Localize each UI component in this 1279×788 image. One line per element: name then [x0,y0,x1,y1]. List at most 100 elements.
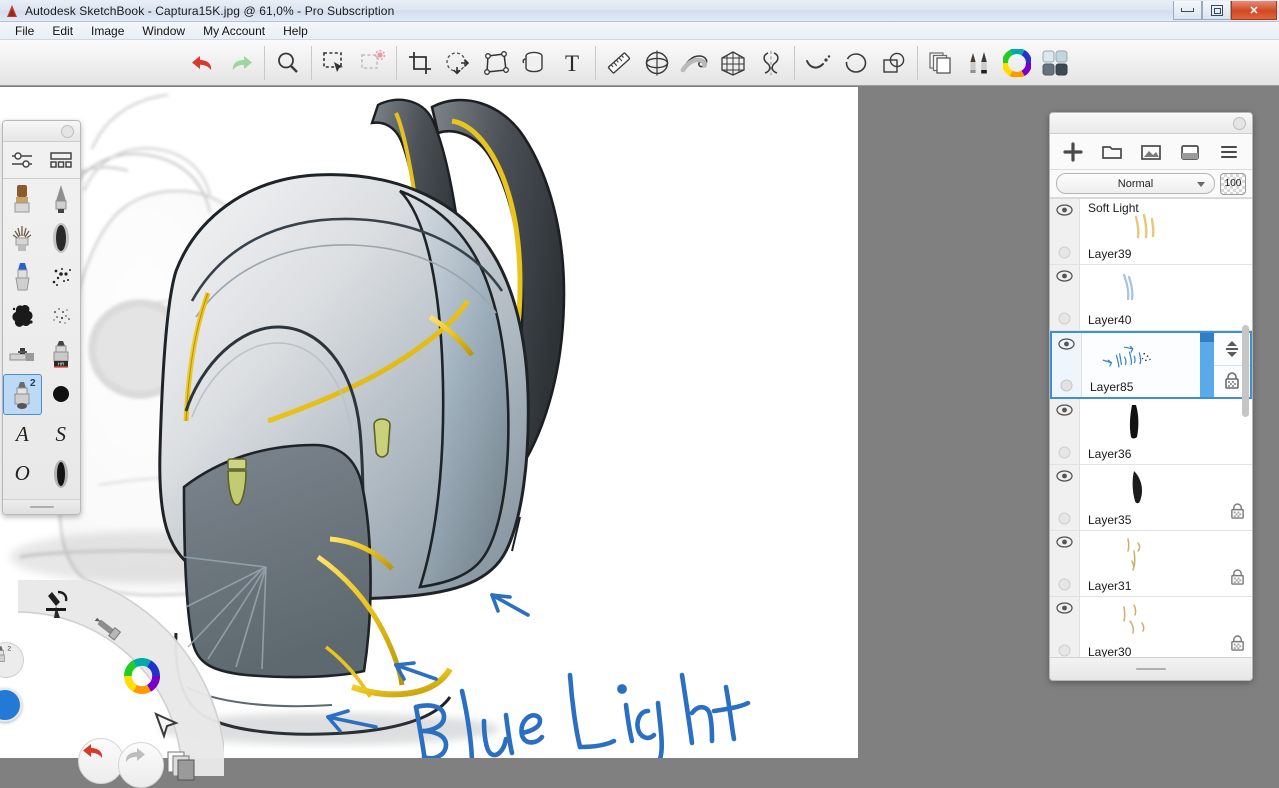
duplicate-layer-icon[interactable] [1170,138,1209,166]
brush-speckle[interactable] [42,296,81,335]
perspective-grid-icon[interactable] [714,44,752,82]
menu-window[interactable]: Window [133,23,194,39]
undo-icon[interactable] [184,44,222,82]
layer-content[interactable]: Layer35 [1080,465,1252,530]
ellipse-shape-icon[interactable] [837,44,875,82]
symmetry-icon[interactable] [752,44,790,82]
collapse-icon[interactable] [1233,117,1246,130]
ruler-icon[interactable] [600,44,638,82]
lagoon-cursor-icon[interactable] [146,708,180,742]
eye-icon[interactable] [1056,404,1073,416]
brush-marker-2[interactable]: 2 [3,374,42,415]
table-row[interactable]: Layer40 [1050,265,1252,331]
table-row[interactable]: Layer31 [1050,531,1252,597]
lock-transparency-icon[interactable] [1230,635,1245,657]
french-curve-icon[interactable] [676,44,714,82]
transform-icon[interactable] [439,44,477,82]
brush-marker-blue[interactable] [3,257,42,296]
eye-icon[interactable] [1056,204,1073,216]
paint-bucket-icon[interactable] [515,44,553,82]
table-row[interactable]: Layer30 [1050,597,1252,658]
brush-palette-panel[interactable]: HR 2 A S O [2,120,81,515]
lock-transparency-icon[interactable] [1230,503,1245,525]
brush-splat[interactable] [3,296,42,335]
menu-edit[interactable]: Edit [43,23,82,39]
brush-library-icon[interactable] [42,142,81,178]
layer-opacity-field[interactable]: 100 [1220,172,1246,195]
lagoon-redo-icon[interactable] [118,742,164,788]
close-button[interactable]: ✕ [1231,1,1277,20]
layer-content[interactable]: Layer30 [1080,597,1252,658]
redo-icon[interactable] [222,44,260,82]
lagoon-widget[interactable]: 2 [0,580,224,788]
layer-select-radio-icon[interactable] [1058,644,1071,657]
menu-my-account[interactable]: My Account [194,23,274,39]
layer-select-radio-icon[interactable] [1058,246,1071,259]
layers-panel-footer[interactable] [1050,657,1252,680]
table-row-selected[interactable]: Layer85 [1050,331,1252,399]
brush-inkpen[interactable] [42,179,81,218]
layer-menu-icon[interactable] [1209,138,1248,166]
layer-list[interactable]: Soft Light Layer39 Layer40 Layer85 Layer… [1050,198,1252,658]
crop-icon[interactable] [401,44,439,82]
layer-select-radio-icon[interactable] [1058,512,1071,525]
minimize-button[interactable] [1173,1,1202,20]
maximize-button[interactable] [1202,1,1231,20]
brush-palette-footer[interactable] [3,499,80,514]
brush-palette-icon[interactable] [960,44,998,82]
layer-select-radio-icon[interactable] [1060,379,1073,392]
table-row[interactable]: Layer36 [1050,399,1252,465]
menu-help[interactable]: Help [274,23,317,39]
menu-image[interactable]: Image [82,23,133,39]
eye-icon[interactable] [1056,270,1073,282]
add-layer-icon[interactable] [1054,138,1093,166]
text-icon[interactable]: T [553,44,591,82]
lagoon-color-wheel-icon[interactable] [124,658,160,694]
slider-knob[interactable] [1200,333,1214,342]
brush-letter-o[interactable]: O [3,454,42,493]
layer-select-radio-icon[interactable] [1058,578,1071,591]
lagoon-undo-icon[interactable] [78,738,124,784]
brush-soft-oval[interactable] [42,454,81,493]
ellipse-guide-icon[interactable] [638,44,676,82]
deselect-icon[interactable] [354,44,392,82]
brush-letter-s[interactable]: S [42,415,81,454]
color-wheel-icon[interactable] [998,44,1036,82]
brush-hard-round[interactable] [42,374,81,413]
eye-icon[interactable] [1056,536,1073,548]
add-image-icon[interactable] [1132,138,1171,166]
layer-content[interactable]: Layer36 [1080,399,1252,464]
lagoon-pen-tool-icon[interactable] [38,586,72,620]
shapes-icon[interactable] [875,44,913,82]
lagoon-brush-tool-icon[interactable] [88,610,122,644]
brush-spatter[interactable] [42,257,81,296]
eye-icon[interactable] [1056,602,1073,614]
add-group-icon[interactable] [1093,138,1132,166]
layer-opacity-slider[interactable] [1200,333,1214,397]
layer-content[interactable]: Layer85 [1082,333,1213,397]
layer-select-radio-icon[interactable] [1058,446,1071,459]
brush-properties-icon[interactable] [3,142,42,178]
layers-panel[interactable]: Normal 100 Soft Light Layer39 Layer40 La… [1049,112,1253,681]
menu-file[interactable]: File [6,23,43,39]
eye-icon[interactable] [1056,470,1073,482]
distort-icon[interactable] [477,44,515,82]
brush-paintbrush[interactable] [3,179,42,218]
ui-layout-icon[interactable] [1036,44,1074,82]
brush-copic-hr[interactable]: HR [42,335,81,374]
table-row[interactable]: Soft Light Layer39 [1050,199,1252,265]
layer-content[interactable]: Soft Light Layer39 [1080,199,1252,264]
brush-soft-airbrush[interactable] [42,218,81,257]
layer-select-radio-icon[interactable] [1058,312,1071,325]
zoom-icon[interactable] [269,44,307,82]
layer-content[interactable]: Layer31 [1080,531,1252,596]
layer-content[interactable]: Layer40 [1080,265,1252,330]
lock-transparency-icon[interactable] [1230,569,1245,591]
brush-letter-a[interactable]: A [3,415,42,454]
blend-mode-select[interactable]: Normal [1056,173,1215,194]
lagoon-layers-icon[interactable] [164,748,198,782]
predictive-stroke-icon[interactable] [799,44,837,82]
brush-flat-marker[interactable] [3,335,42,374]
layers-icon[interactable] [922,44,960,82]
brush-bristle[interactable] [3,218,42,257]
